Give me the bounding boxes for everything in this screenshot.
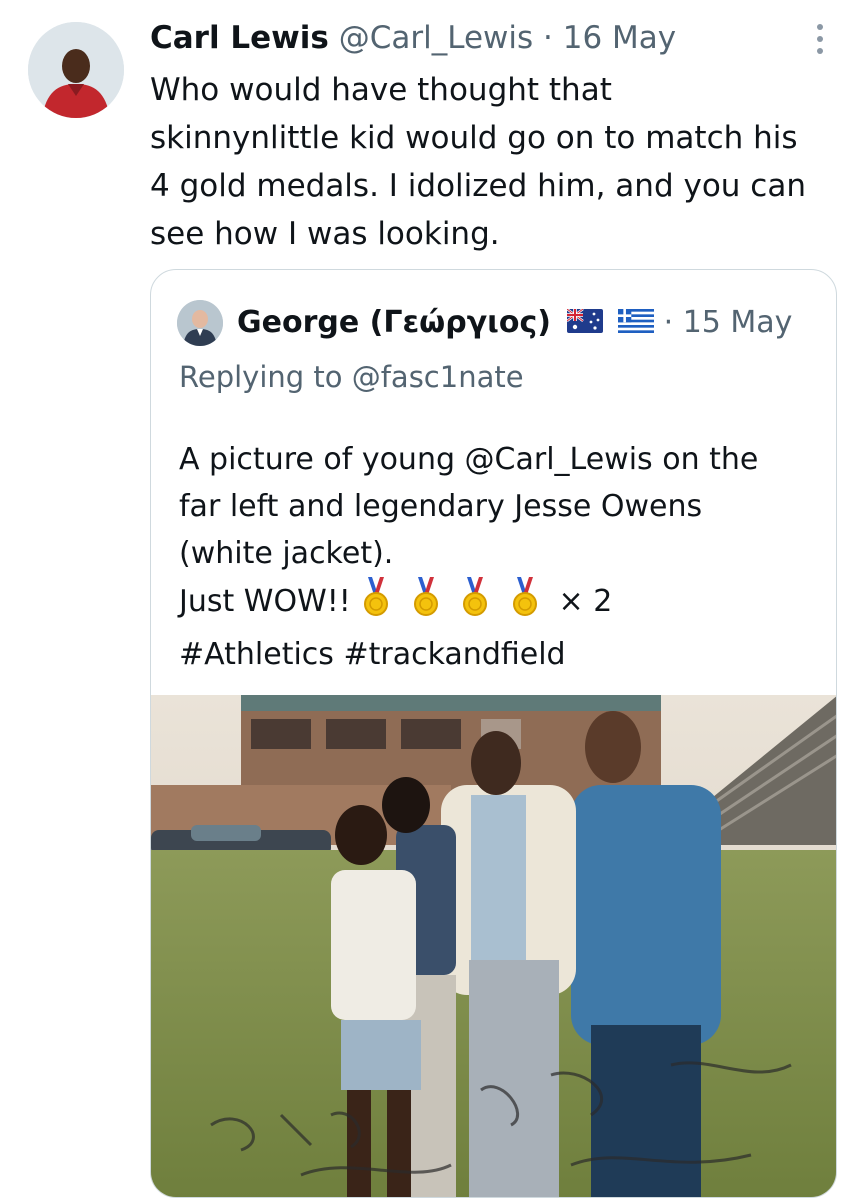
quoted-tweet-date[interactable]: 15 May	[683, 305, 793, 340]
gold-medal-icon	[410, 577, 442, 631]
quoted-text-hashtags: #Athletics #trackandfield	[179, 637, 566, 672]
quoted-tweet-header: George (Γεώργιος) · 15 May	[237, 302, 792, 345]
australia-flag-icon	[565, 303, 603, 345]
gold-medal-icon	[509, 577, 541, 631]
author-avatar[interactable]	[28, 22, 124, 118]
gold-medal-icon	[360, 577, 392, 631]
quoted-text-line: A picture of young @Carl_Lewis on the	[179, 442, 759, 477]
quoted-tweet-card[interactable]: George (Γεώργιος) · 15 May Replying to @…	[150, 269, 837, 1198]
quoted-text-line: (white jacket).	[179, 536, 394, 571]
quoted-author-name[interactable]: George (Γεώργιος)	[237, 305, 551, 340]
quoted-text-line: Just WOW!!	[179, 584, 351, 619]
replying-to-label[interactable]: Replying to @fasc1nate	[179, 356, 524, 398]
gold-medal-icon	[459, 577, 491, 631]
quoted-tweet-text: A picture of young @Carl_Lewis on the fa…	[179, 436, 819, 678]
author-handle[interactable]: @Carl_Lewis	[339, 20, 533, 56]
author-name[interactable]: Carl Lewis	[150, 20, 329, 56]
separator-dot: ·	[543, 20, 553, 56]
gold-medals	[360, 577, 558, 619]
tweet-header: Carl Lewis @Carl_Lewis · 16 May	[150, 18, 805, 58]
tweet-date[interactable]: 16 May	[563, 20, 676, 56]
tweet-photo[interactable]	[151, 695, 836, 1197]
medal-multiplier: × 2	[558, 584, 613, 619]
quoted-separator-dot: ·	[663, 305, 674, 340]
quoted-author-avatar[interactable]	[177, 300, 223, 346]
tweet-text: Who would have thought that skinnynlittl…	[150, 72, 806, 252]
more-vertical-icon[interactable]	[813, 24, 827, 60]
quoted-text-line: far left and legendary Jesse Owens	[179, 489, 703, 524]
greece-flag-icon	[618, 303, 655, 345]
quoted-text-line-with-medals: Just WOW!! × 2	[179, 577, 819, 631]
